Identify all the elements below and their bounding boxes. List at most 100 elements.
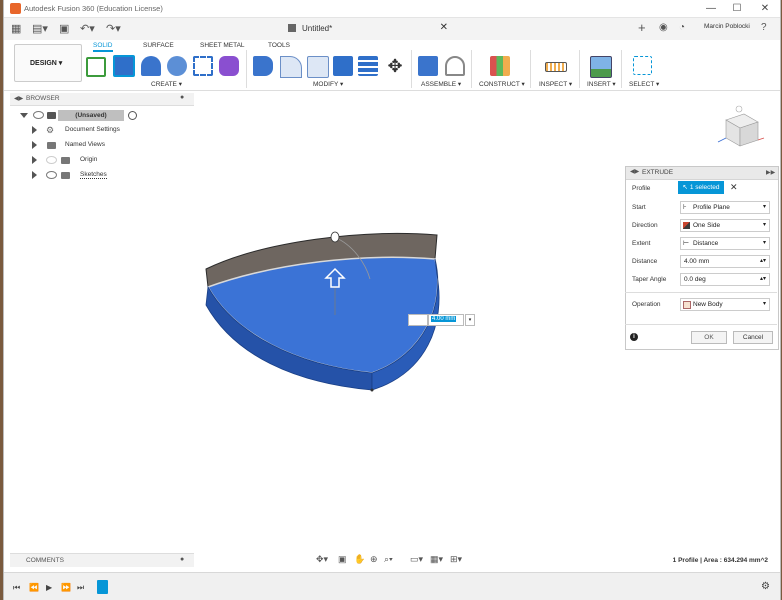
joint-icon[interactable] bbox=[445, 56, 465, 76]
user-name[interactable]: Marcin Poblocki bbox=[704, 23, 750, 30]
minimize-button[interactable]: — bbox=[698, 2, 724, 15]
redo-icon[interactable]: ↷▾ bbox=[106, 22, 121, 36]
pattern-icon[interactable] bbox=[193, 56, 213, 76]
clear-selection-icon[interactable]: ✕ bbox=[730, 182, 738, 193]
create-menu[interactable]: CREATE ▾ bbox=[151, 80, 182, 88]
revolve-icon[interactable] bbox=[141, 56, 161, 76]
direction-dropdown[interactable]: One Side ▾ bbox=[680, 219, 770, 232]
taper-angle-input[interactable]: 0.0 deg ▴▾ bbox=[680, 273, 770, 286]
construct-menu[interactable]: CONSTRUCT ▾ bbox=[479, 80, 525, 88]
offset-plane-icon[interactable] bbox=[490, 56, 510, 76]
sketch-point-icon[interactable] bbox=[330, 231, 340, 243]
create-sketch-icon[interactable] bbox=[86, 57, 106, 77]
hole-icon[interactable] bbox=[167, 56, 187, 76]
spinner-icon[interactable]: ▴▾ bbox=[760, 274, 766, 285]
info-icon[interactable]: i bbox=[630, 333, 638, 341]
assemble-menu[interactable]: ASSEMBLE ▾ bbox=[421, 80, 461, 88]
browser-root[interactable]: (Unsaved) bbox=[20, 110, 190, 122]
press-pull-icon[interactable] bbox=[253, 56, 273, 76]
browser-item-named-views[interactable]: Named Views bbox=[32, 140, 182, 152]
zoom-icon[interactable]: ⊕ bbox=[370, 554, 378, 565]
close-tab-icon[interactable]: ✕ bbox=[440, 22, 448, 33]
extent-dropdown[interactable]: ⊢ Distance ▾ bbox=[680, 237, 770, 250]
form-icon[interactable] bbox=[219, 56, 239, 76]
collapse-browser-icon[interactable]: ◀▶ bbox=[14, 95, 23, 102]
browser-item-sketches[interactable]: Sketches bbox=[32, 170, 182, 182]
browser-item-document-settings[interactable]: ⚙ Document Settings bbox=[32, 125, 182, 137]
viewports-icon[interactable]: ⊞▾ bbox=[450, 554, 462, 565]
combine-icon[interactable] bbox=[333, 56, 353, 76]
tab-surface[interactable]: SURFACE bbox=[143, 42, 174, 49]
new-tab-icon[interactable]: + bbox=[638, 20, 646, 35]
step-forward-icon[interactable]: ⏩ bbox=[61, 583, 71, 592]
timeline-settings-gear-icon[interactable]: ⚙ bbox=[761, 581, 770, 592]
play-icon[interactable]: ▶ bbox=[46, 583, 52, 592]
help-icon[interactable]: ? bbox=[761, 22, 767, 33]
spinner-icon[interactable]: ▴▾ bbox=[760, 256, 766, 267]
browser-item-origin[interactable]: Origin bbox=[32, 155, 182, 167]
notifications-icon[interactable]: ◔ bbox=[679, 22, 685, 33]
modify-menu[interactable]: MODIFY ▾ bbox=[313, 80, 343, 88]
visibility-eye-icon[interactable] bbox=[46, 171, 57, 179]
select-icon[interactable] bbox=[633, 56, 652, 75]
comments-options-icon[interactable]: ● bbox=[180, 556, 184, 563]
file-menu-icon[interactable]: ▤▾ bbox=[32, 22, 48, 36]
insert-image-icon[interactable] bbox=[590, 56, 612, 78]
insert-menu[interactable]: INSERT ▾ bbox=[587, 80, 616, 88]
browser-options-icon[interactable]: ● bbox=[180, 94, 184, 101]
look-at-icon[interactable]: ▣ bbox=[338, 554, 347, 565]
expand-icon[interactable] bbox=[32, 141, 37, 149]
new-component-icon[interactable] bbox=[418, 56, 438, 76]
display-settings-icon[interactable]: ▭▾ bbox=[410, 554, 423, 565]
visibility-eye-icon[interactable] bbox=[33, 111, 44, 119]
comments-panel[interactable]: COMMENTS ● bbox=[10, 553, 194, 567]
extrude-icon[interactable] bbox=[113, 55, 135, 77]
viewport-model[interactable] bbox=[194, 215, 454, 400]
go-to-end-icon[interactable]: ⏭ bbox=[77, 583, 84, 593]
cancel-button[interactable]: Cancel bbox=[733, 331, 773, 344]
step-back-icon[interactable]: ⏪ bbox=[29, 583, 39, 592]
dimension-input-field[interactable]: 4.00 mm bbox=[428, 314, 464, 326]
expand-icon[interactable] bbox=[32, 126, 37, 134]
activate-radio-icon[interactable] bbox=[128, 111, 137, 120]
measure-icon[interactable] bbox=[545, 62, 567, 72]
fillet-icon[interactable] bbox=[280, 56, 302, 78]
browser-header[interactable]: ◀▶ BROWSER ● bbox=[10, 93, 194, 106]
pan-hand-icon[interactable]: ✋ bbox=[354, 554, 365, 565]
data-panel-grid-icon[interactable]: ▦ bbox=[11, 22, 21, 36]
fit-icon[interactable]: ⌕▾ bbox=[384, 554, 393, 565]
tab-sheet-metal[interactable]: SHEET METAL bbox=[200, 42, 245, 49]
close-window-button[interactable]: ✕ bbox=[752, 2, 778, 15]
save-icon[interactable]: ▣ bbox=[59, 22, 69, 36]
document-tab[interactable]: Untitled* ✕ bbox=[194, 18, 454, 40]
split-body-icon[interactable] bbox=[358, 56, 378, 76]
start-dropdown[interactable]: ⊦ Profile Plane ▾ bbox=[680, 201, 770, 214]
select-menu[interactable]: SELECT ▾ bbox=[629, 80, 659, 88]
maximize-button[interactable]: ☐ bbox=[724, 2, 750, 15]
distance-input[interactable]: 4.00 mm ▴▾ bbox=[680, 255, 770, 268]
inspect-menu[interactable]: INSPECT ▾ bbox=[539, 80, 572, 88]
visibility-eye-icon[interactable] bbox=[46, 156, 57, 164]
expand-icon[interactable] bbox=[32, 171, 37, 179]
job-status-icon[interactable]: ◉ bbox=[659, 22, 668, 33]
distance-manipulator-input[interactable]: 4.00 mm ▾ bbox=[408, 314, 475, 326]
home-view-icon[interactable] bbox=[735, 105, 743, 113]
dimension-dropdown-icon[interactable]: ▾ bbox=[465, 314, 475, 326]
tab-solid[interactable]: SOLID bbox=[93, 42, 113, 52]
timeline-extrude-feature[interactable] bbox=[97, 580, 108, 594]
ok-button[interactable]: OK bbox=[691, 331, 727, 344]
profile-selection-button[interactable]: ↖ 1 selected bbox=[678, 181, 724, 194]
go-to-start-icon[interactable]: ⏮ bbox=[13, 583, 20, 593]
expand-icon[interactable] bbox=[32, 156, 37, 164]
viewcube[interactable] bbox=[716, 104, 766, 154]
grid-settings-icon[interactable]: ▦▾ bbox=[430, 554, 443, 565]
undo-icon[interactable]: ↶▾ bbox=[80, 22, 95, 36]
expand-icon[interactable] bbox=[20, 113, 28, 118]
operation-dropdown[interactable]: New Body ▾ bbox=[680, 298, 770, 311]
workspace-switcher[interactable]: DESIGN ▾ bbox=[14, 44, 82, 82]
extent-label: Extent bbox=[632, 240, 651, 247]
tab-tools[interactable]: TOOLS bbox=[268, 42, 290, 49]
move-icon[interactable]: ✥ bbox=[385, 56, 405, 76]
shell-icon[interactable] bbox=[307, 56, 329, 78]
orbit-icon[interactable]: ✥▾ bbox=[316, 554, 328, 565]
